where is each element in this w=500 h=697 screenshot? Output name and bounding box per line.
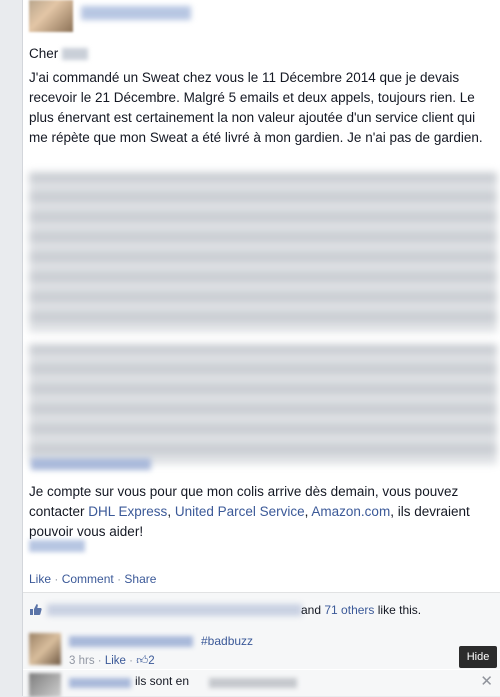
comma-separator: ,	[167, 504, 175, 519]
ups-link[interactable]: United Parcel Service	[175, 504, 305, 519]
hide-button[interactable]: Hide	[459, 646, 497, 668]
comment-like-count[interactable]: 👍︎2	[136, 655, 154, 667]
salutation-text: Cher	[29, 46, 59, 61]
redacted-text-block-2	[29, 344, 497, 464]
close-icon[interactable]: ✕	[480, 672, 493, 690]
thumbs-up-icon: 👍︎	[136, 655, 149, 667]
comment-item: #badbuzz 3 hrs · Like · 👍︎2 Hide	[23, 627, 500, 669]
redacted-signature[interactable]	[29, 540, 85, 552]
comment-text: ils sont en	[135, 674, 190, 688]
recipient-name-blurred	[62, 48, 89, 61]
facebook-post: Cher J'ai commandé un Sweat chez vous le…	[22, 0, 500, 697]
commenter-name-blurred[interactable]	[69, 678, 131, 688]
separator-dot: ·	[97, 655, 102, 667]
likes-and: and	[301, 603, 322, 617]
comment-meta: 3 hrs · Like · 👍︎2	[69, 654, 155, 668]
commenter-avatar[interactable]	[29, 633, 61, 665]
dhl-express-link[interactable]: DHL Express	[88, 504, 167, 519]
redacted-link[interactable]	[31, 458, 151, 470]
commenter-name-blurred[interactable]	[69, 636, 193, 647]
commenter-avatar[interactable]	[29, 673, 61, 697]
comment-item: ils sont en ✕	[23, 670, 500, 697]
like-link[interactable]: Like	[29, 572, 51, 586]
likes-suffix: like this.	[377, 603, 422, 617]
separator-dot: ·	[54, 572, 59, 586]
likers-names-blurred[interactable]	[47, 604, 302, 616]
separator-dot: ·	[129, 655, 133, 667]
thumbs-up-icon	[29, 603, 42, 616]
like-count: 2	[148, 655, 155, 667]
comment-time[interactable]: 3 hrs	[69, 655, 95, 667]
post-actions: Like · Comment · Share	[29, 572, 156, 586]
author-avatar[interactable]	[29, 0, 73, 32]
post-salutation: Cher	[29, 46, 89, 61]
comment-text-blurred	[209, 678, 297, 688]
likes-text: and 71 others like this.	[301, 603, 421, 617]
redacted-text-block-1	[29, 172, 497, 332]
post-paragraph-1: J'ai commandé un Sweat chez vous le 11 D…	[29, 70, 483, 145]
author-name-blurred[interactable]	[81, 6, 191, 20]
comment-like-link[interactable]: Like	[105, 655, 126, 667]
separator-dot: ·	[117, 572, 122, 586]
amazon-link[interactable]: Amazon.com	[311, 504, 390, 519]
hashtag-link[interactable]: #badbuzz	[201, 634, 253, 648]
likes-summary: and 71 others like this.	[23, 592, 500, 628]
others-link[interactable]: 71 others	[324, 603, 374, 617]
comment-link[interactable]: Comment	[62, 572, 114, 586]
share-link[interactable]: Share	[124, 572, 156, 586]
post-paragraph-2: Je compte sur vous pour que mon colis ar…	[29, 482, 495, 542]
